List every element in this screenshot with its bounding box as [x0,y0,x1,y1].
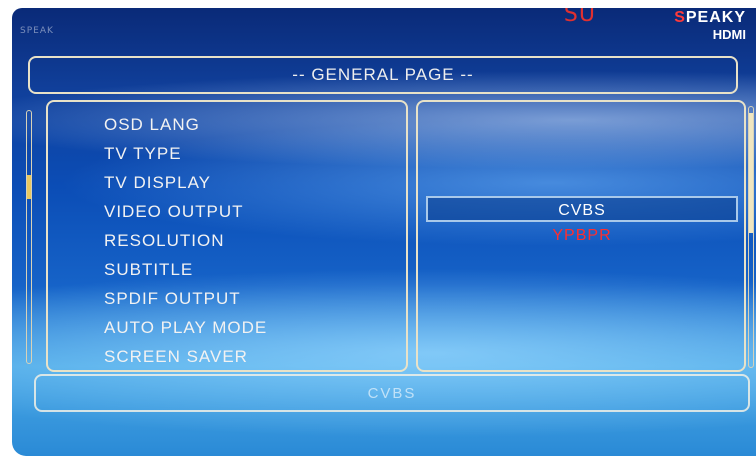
menu-item-tv-type[interactable]: TV TYPE [104,139,267,168]
corner-label: SPEAK [20,26,54,36]
brand-name: SPEAKY [674,9,746,26]
menu-item-subtitle[interactable]: SUBTITLE [104,255,267,284]
menu-item-video-output[interactable]: VIDEO OUTPUT [104,197,267,226]
menu-item-spdif-output[interactable]: SPDIF OUTPUT [104,284,267,313]
menu-item-osd-lang[interactable]: OSD LANG [104,110,267,139]
options-scrollbar[interactable] [748,106,754,368]
settings-menu-panel: OSD LANG TV TYPE TV DISPLAY VIDEO OUTPUT… [46,100,408,372]
option-selected[interactable]: CVBS [426,196,738,222]
menu-scrollbar-thumb[interactable] [27,175,31,199]
menu-item-auto-play-mode[interactable]: AUTO PLAY MODE [104,313,267,342]
options-panel: CVBS YPBPR [416,100,746,372]
brand-logo: SU SPEAKY HDMI [564,8,746,42]
option-highlighted[interactable]: YPBPR [426,223,738,249]
tv-screen: SPEAK SU SPEAKY HDMI -- GENERAL PAGE -- … [12,8,756,456]
menu-item-tv-display[interactable]: TV DISPLAY [104,168,267,197]
settings-menu-list: OSD LANG TV TYPE TV DISPLAY VIDEO OUTPUT… [104,110,267,371]
menu-item-resolution[interactable]: RESOLUTION [104,226,267,255]
options-scrollbar-thumb[interactable] [749,113,753,233]
menu-scrollbar[interactable] [26,110,32,364]
brand-prefix: SU [563,8,596,27]
status-bar: CVBS [34,374,750,412]
brand-sub: HDMI [712,27,746,42]
page-title: -- GENERAL PAGE -- [28,56,738,94]
menu-item-screen-saver[interactable]: SCREEN SAVER [104,342,267,371]
